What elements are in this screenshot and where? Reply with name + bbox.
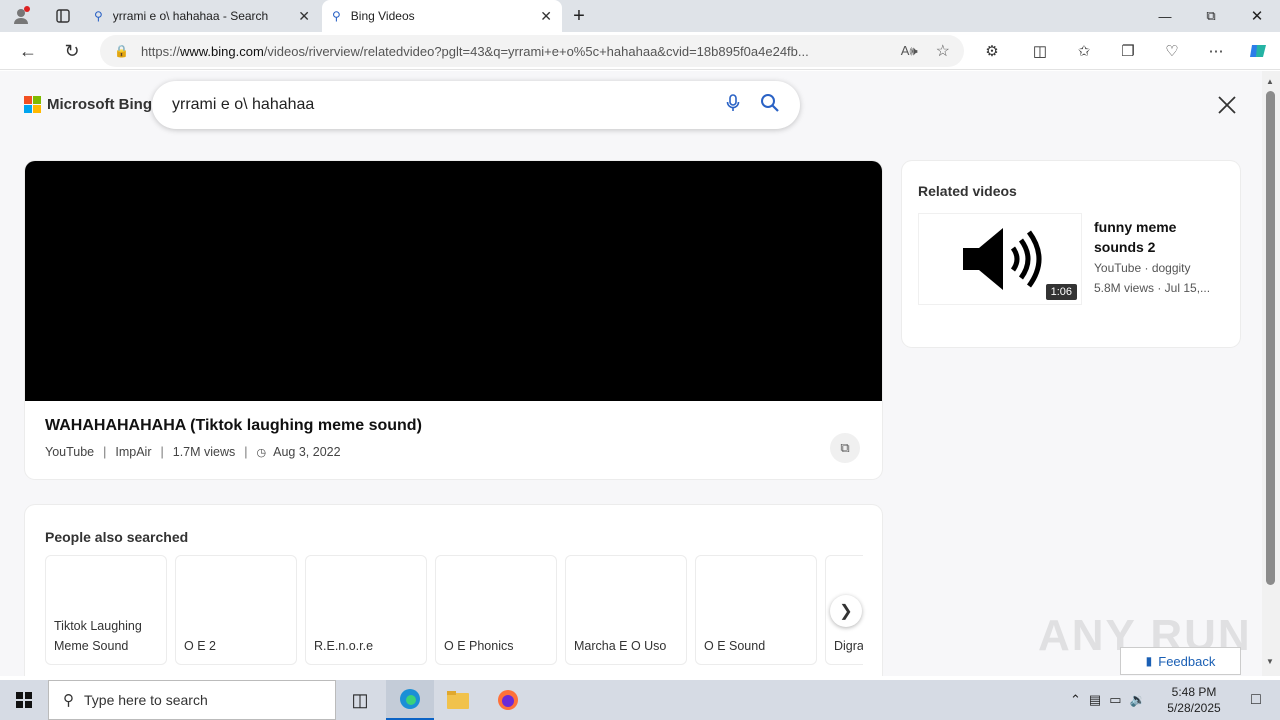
duration-badge: 1:06	[1045, 284, 1077, 300]
close-tab-icon[interactable]: ✕	[540, 8, 552, 25]
search-icon[interactable]	[760, 93, 780, 118]
back-icon[interactable]: ←	[14, 37, 42, 65]
scroll-up-icon[interactable]: ▲	[1266, 77, 1274, 86]
favorite-star-icon[interactable]: ☆	[936, 41, 950, 61]
address-bar: ← ↻ 🔒 https://www.bing.com/videos/riverv…	[0, 32, 1280, 70]
search-query[interactable]: yrrami e o\ hahahaa	[172, 96, 726, 114]
list-item[interactable]: O E Sound	[695, 555, 817, 665]
save-to-collection-button[interactable]: ⧉	[830, 433, 860, 463]
video-card: WAHAHAHAHAHA (Tiktok laughing meme sound…	[25, 161, 882, 479]
tab-actions-icon[interactable]	[40, 0, 86, 32]
search-input[interactable]: yrrami e o\ hahahaa	[152, 81, 800, 129]
edge-icon[interactable]	[386, 680, 434, 720]
tab-search[interactable]: ⚲ yrrami e o\ hahahaa - Search ✕	[84, 0, 320, 32]
people-also-searched-row: Tiktok Laughing Meme Sound O E 2 R.E.n.o…	[45, 555, 863, 665]
split-screen-icon[interactable]: ◫	[1028, 39, 1052, 63]
list-item[interactable]: Tiktok Laughing Meme Sound	[45, 555, 167, 665]
volume-icon[interactable]: 🔉	[1130, 692, 1146, 708]
new-tab-icon[interactable]: +	[556, 0, 602, 32]
people-also-searched-card: People also searched Tiktok Laughing Mem…	[25, 505, 882, 676]
url-text: https://www.bing.com/videos/riverview/re…	[140, 43, 809, 59]
scroll-down-icon[interactable]: ▼	[1266, 657, 1274, 666]
extensions-icon[interactable]: ⚙	[980, 39, 1004, 63]
url-field[interactable]: 🔒 https://www.bing.com/videos/riverview/…	[100, 35, 964, 67]
tab-strip: ⚲ yrrami e o\ hahahaa - Search ✕ ⚲ Bing …	[0, 0, 1280, 32]
related-video-thumbnail[interactable]: 1:06	[918, 213, 1082, 305]
video-source: YouTube	[45, 445, 95, 459]
clock[interactable]: 5:48 PM 5/28/2025	[1162, 684, 1226, 716]
microsoft-logo-icon	[24, 96, 41, 113]
bing-logo[interactable]: Microsoft Bing	[24, 96, 152, 113]
video-channel[interactable]: ImpAir	[115, 445, 151, 459]
more-menu-icon[interactable]: ⋯	[1204, 39, 1228, 63]
firefox-icon[interactable]	[484, 680, 532, 720]
bing-header: Microsoft Bing yrrami e o\ hahahaa	[0, 71, 1262, 141]
tab-label: Bing Videos	[350, 9, 415, 23]
taskbar: ⚲ Type here to search ◫ ⌃ ▤ ▭ 🔉 5:48 PM …	[0, 680, 1280, 720]
people-also-searched-heading: People also searched	[45, 529, 189, 545]
related-video-views: 5.8M views · Jul 15,...	[1094, 281, 1211, 295]
separator: |	[244, 445, 248, 459]
system-tray: ⌃ ▤ ▭ 🔉	[1070, 680, 1154, 720]
list-item[interactable]: R.E.n.o.r.e	[305, 555, 427, 665]
taskbar-search-placeholder: Type here to search	[84, 692, 208, 708]
microphone-icon[interactable]	[726, 93, 740, 117]
file-explorer-icon[interactable]	[434, 680, 482, 720]
close-window-icon[interactable]: ✕	[1234, 0, 1280, 32]
network-icon[interactable]: ▤	[1089, 692, 1101, 708]
close-icon[interactable]	[1218, 93, 1236, 121]
refresh-icon[interactable]: ↻	[58, 37, 86, 65]
search-icon: ⚲	[63, 692, 74, 709]
feedback-icon: ▮	[1145, 654, 1153, 668]
feedback-button[interactable]: ▮ Feedback	[1120, 647, 1241, 675]
separator: |	[103, 445, 107, 459]
scrollbar[interactable]: ▲ ▼	[1262, 71, 1280, 676]
video-views: 1.7M views	[172, 445, 236, 459]
video-meta: YouTube | ImpAir | 1.7M views | ◷ Aug 3,…	[45, 445, 341, 459]
logo-text: Microsoft Bing	[47, 96, 152, 113]
taskbar-search-input[interactable]: ⚲ Type here to search	[48, 680, 336, 720]
video-title[interactable]: WAHAHAHAHAHA (Tiktok laughing meme sound…	[45, 417, 422, 435]
video-player[interactable]	[25, 161, 882, 401]
chevron-right-icon[interactable]: ❯	[830, 595, 862, 627]
copilot-icon[interactable]	[1246, 39, 1270, 63]
collections-icon[interactable]: ❐	[1116, 39, 1140, 63]
scrollbar-thumb[interactable]	[1266, 91, 1275, 585]
speaker-icon	[963, 228, 1042, 290]
notifications-icon[interactable]: □	[1232, 680, 1280, 720]
lock-icon: 🔒	[114, 44, 129, 58]
related-videos-card: Related videos 1:06 funny meme sounds 2 …	[902, 161, 1240, 347]
list-item[interactable]: Marcha E O Uso	[565, 555, 687, 665]
performance-icon[interactable]: ♡	[1160, 39, 1184, 63]
search-icon: ⚲	[332, 9, 341, 23]
search-icon: ⚲	[94, 9, 103, 23]
minimize-icon[interactable]: —	[1142, 0, 1188, 32]
feedback-label: Feedback	[1158, 653, 1216, 669]
tab-label: yrrami e o\ hahahaa - Search	[112, 9, 269, 23]
list-item[interactable]: O E Phonics	[435, 555, 557, 665]
windows-logo-icon	[16, 692, 32, 708]
favorites-icon[interactable]: ✩	[1072, 39, 1096, 63]
list-item[interactable]: O E 2	[175, 555, 297, 665]
start-button[interactable]	[0, 680, 48, 720]
display-icon[interactable]: ▭	[1109, 692, 1121, 708]
restore-icon[interactable]: ⧉	[1188, 0, 1234, 32]
close-tab-icon[interactable]: ✕	[298, 8, 310, 25]
read-aloud-icon[interactable]: A🕪	[901, 43, 918, 59]
profile-icon[interactable]	[0, 0, 42, 32]
page-content: Microsoft Bing yrrami e o\ hahahaa WAHAH…	[0, 71, 1262, 676]
video-date: Aug 3, 2022	[273, 445, 341, 459]
related-video-source: YouTube · doggity	[1094, 261, 1191, 275]
separator: |	[160, 445, 164, 459]
related-video-title[interactable]: funny meme sounds 2	[1094, 217, 1230, 257]
tab-bing-videos[interactable]: ⚲ Bing Videos ✕	[322, 0, 562, 32]
clock-time: 5:48 PM	[1171, 685, 1217, 699]
chevron-up-icon[interactable]: ⌃	[1070, 692, 1081, 708]
related-videos-heading: Related videos	[918, 183, 1017, 199]
clock-date: 5/28/2025	[1167, 701, 1221, 715]
clock-icon: ◷	[256, 446, 267, 459]
task-view-icon[interactable]: ◫	[336, 680, 384, 720]
